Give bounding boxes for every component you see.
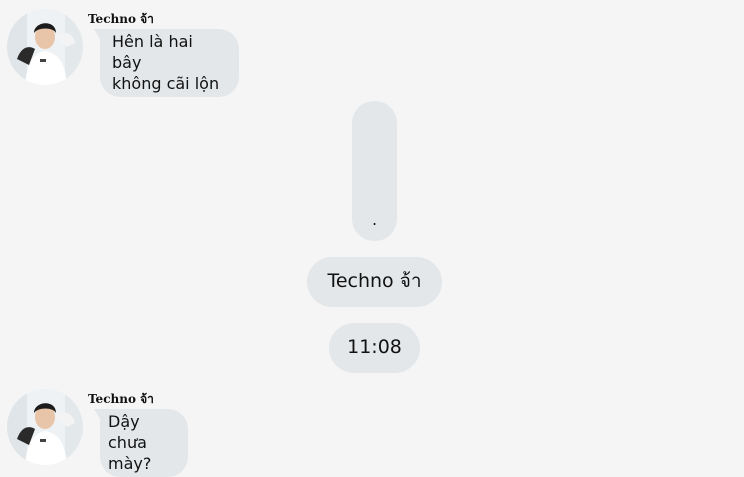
message-text-line: mày?	[108, 454, 152, 473]
message-bubble[interactable]: Dậy chưa mày?	[94, 409, 188, 477]
message-text-line: Dậy chưa	[108, 412, 147, 452]
tall-pill-text: .	[371, 210, 378, 229]
avatar[interactable]	[7, 389, 83, 465]
center-time-pill: 11:08	[329, 323, 420, 373]
avatar-photo-icon	[7, 389, 83, 465]
message-bubble[interactable]: Hên là hai bây không cãi lộn	[94, 29, 239, 97]
center-name-pill: Techno จ้า	[307, 257, 442, 307]
avatar[interactable]	[7, 9, 83, 85]
avatar-photo-icon	[7, 9, 83, 85]
message-text-line: không cãi lộn	[112, 74, 220, 93]
sender-name: Techno จ้า	[88, 12, 154, 26]
message-text-line: Hên là hai bây	[112, 32, 193, 72]
sender-name: Techno จ้า	[88, 392, 154, 406]
center-tall-pill: .	[352, 101, 397, 241]
